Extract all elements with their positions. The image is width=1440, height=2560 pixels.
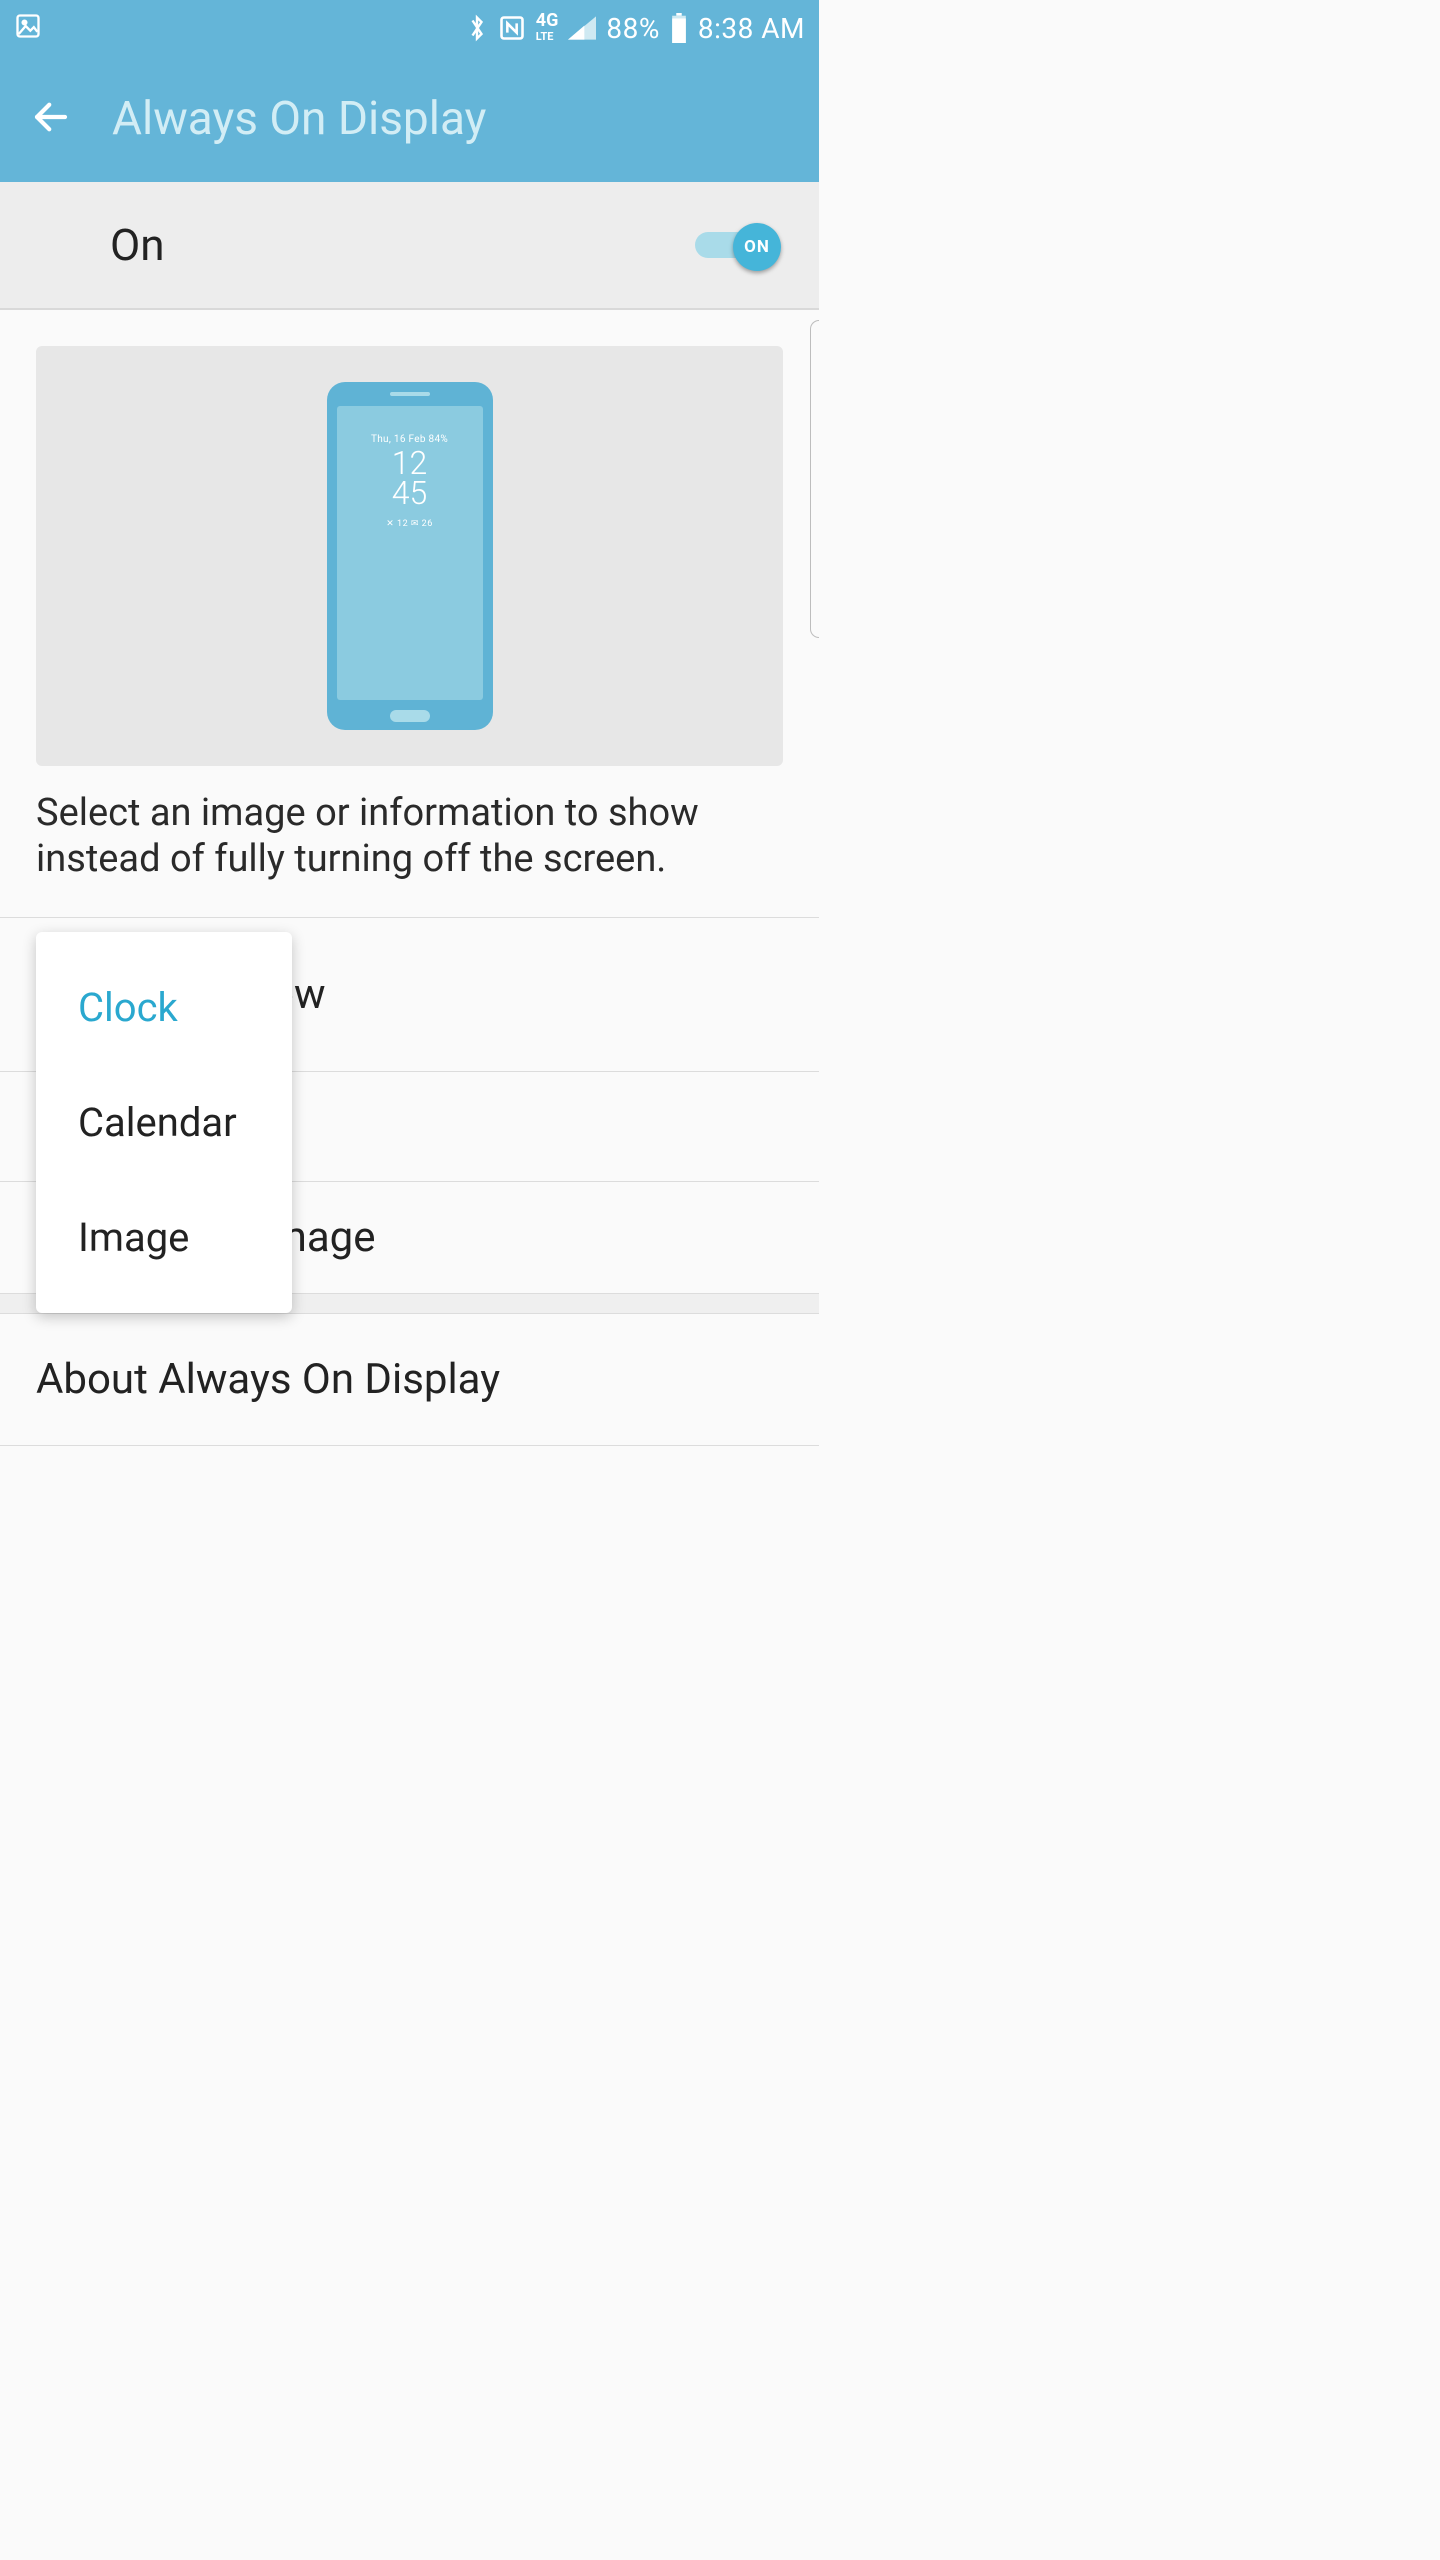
- scroll-indicator[interactable]: [810, 320, 819, 638]
- nfc-icon: [498, 14, 526, 42]
- app-bar: Always On Display: [0, 56, 819, 182]
- battery-icon: [670, 13, 688, 43]
- signal-icon: [568, 16, 596, 40]
- preview-card[interactable]: Thu, 16 Feb 84% 12 45 ✕ 12 ✉ 26: [36, 346, 783, 766]
- description-text: Select an image or information to show i…: [0, 790, 819, 917]
- preview-subline: ✕ 12 ✉ 26: [386, 519, 433, 529]
- bluetooth-icon: [466, 13, 488, 43]
- back-icon[interactable]: [30, 96, 72, 142]
- clock-time: 8:38 AM: [698, 12, 805, 45]
- row-background-image-title: mage: [270, 1213, 783, 1262]
- dropdown-option-calendar[interactable]: Calendar: [36, 1065, 292, 1180]
- preview-minute: 45: [392, 477, 428, 509]
- toggle-knob-label: ON: [733, 223, 781, 271]
- battery-percent: 88%: [606, 12, 659, 45]
- dropdown-menu: Clock Calendar Image: [36, 932, 292, 1313]
- row-about[interactable]: About Always On Display: [0, 1313, 819, 1445]
- status-bar: 4GLTE 88% 8:38 AM: [0, 0, 819, 56]
- phone-preview: Thu, 16 Feb 84% 12 45 ✕ 12 ✉ 26: [327, 382, 493, 730]
- row-content-to-show-title: ow: [270, 970, 783, 1019]
- row-about-title: About Always On Display: [36, 1355, 783, 1404]
- master-toggle-switch[interactable]: ON: [695, 223, 781, 267]
- master-toggle-row[interactable]: On ON: [0, 182, 819, 310]
- dropdown-option-image[interactable]: Image: [36, 1180, 292, 1295]
- master-toggle-label: On: [110, 219, 695, 271]
- page-title: Always On Display: [112, 92, 486, 146]
- network-type-label: 4GLTE: [536, 14, 559, 41]
- picture-indicator-icon: [14, 12, 42, 44]
- dropdown-option-clock[interactable]: Clock: [36, 950, 292, 1065]
